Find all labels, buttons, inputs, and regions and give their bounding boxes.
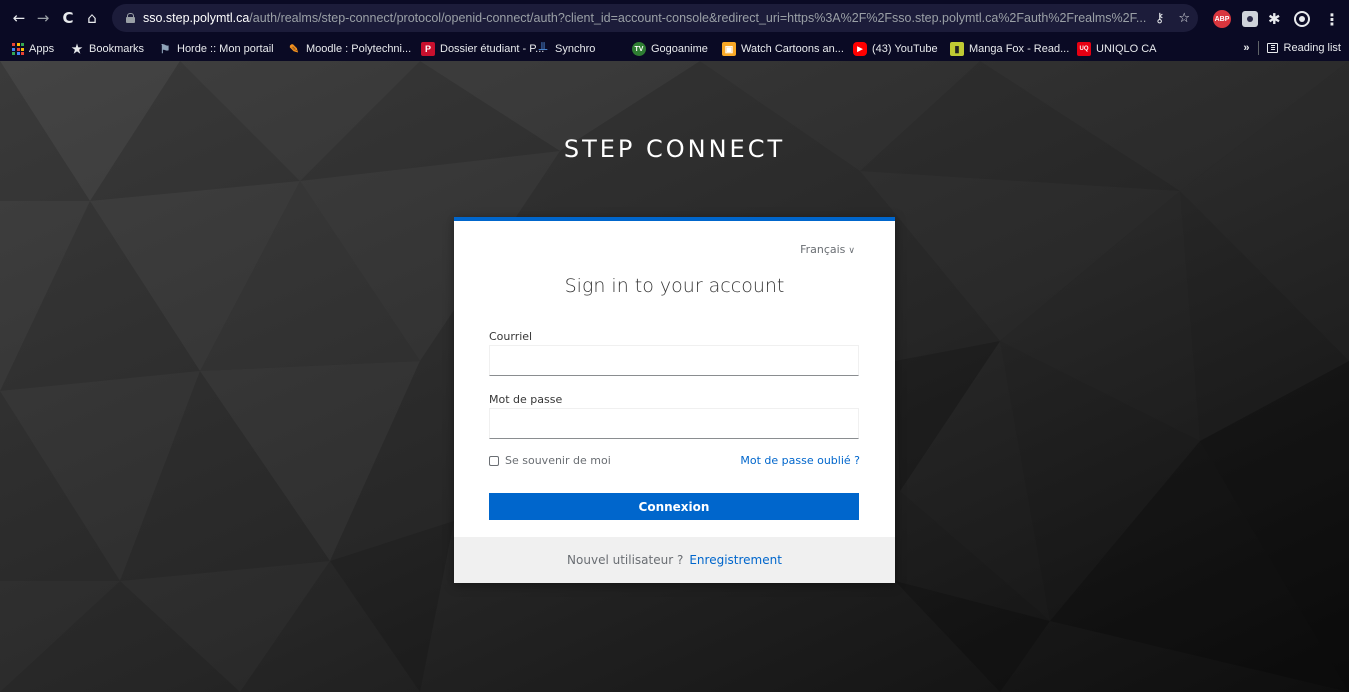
bookmark-bookmarks[interactable]: ★ Bookmarks — [70, 41, 144, 57]
address-bar[interactable]: sso.step.polymtl.ca/auth/realms/step-con… — [112, 4, 1198, 32]
login-button[interactable]: Connexion — [489, 493, 859, 520]
profile-icon[interactable] — [1294, 11, 1310, 27]
remember-me-checkbox[interactable] — [489, 455, 499, 466]
apps-grid-icon — [12, 43, 24, 55]
bookmark-dossier[interactable]: P Dossier étudiant - P... — [421, 41, 544, 57]
url-host: sso.step.polymtl.ca — [143, 11, 250, 25]
bookmark-label: (43) YouTube — [872, 43, 938, 55]
youtube-icon: ▶ — [853, 42, 867, 56]
url-path: /auth/realms/step-connect/protocol/openi… — [249, 11, 1147, 25]
star-icon: ★ — [71, 42, 83, 56]
bookmark-label: Horde :: Mon portail — [177, 43, 274, 55]
email-field[interactable] — [489, 345, 859, 376]
bookmark-label: Watch Cartoons an... — [741, 43, 844, 55]
moodle-icon: ✎ — [288, 42, 300, 56]
reading-list-label: Reading list — [1283, 42, 1341, 54]
bookmark-horde[interactable]: ⚑ Horde :: Mon portail — [158, 41, 274, 57]
password-label: Mot de passe — [489, 393, 563, 406]
camera-extension-icon[interactable] — [1242, 11, 1258, 27]
home-icon[interactable]: ⌂ — [81, 7, 103, 29]
more-bookmarks-chevron-icon[interactable]: » — [1243, 42, 1249, 54]
adblock-extension[interactable]: ABP — [1213, 9, 1231, 29]
bookmark-gogoanime[interactable]: TV Gogoanime — [632, 41, 708, 57]
bookmark-label: Gogoanime — [651, 43, 708, 55]
uniqlo-icon: UQ — [1077, 42, 1091, 56]
registration-footer: Nouvel utilisateur ? Enregistrement — [454, 537, 895, 583]
bookmark-synchro[interactable]: ╨ Synchro — [536, 41, 596, 57]
language-selector[interactable]: Français ∨ — [800, 243, 855, 256]
bookmark-label: Manga Fox - Read... — [969, 43, 1070, 55]
lock-icon[interactable] — [126, 13, 135, 23]
cartoons-icon: ▣ — [722, 42, 736, 56]
puzzle-icon[interactable]: ✱ — [1268, 10, 1281, 28]
forgot-password-link[interactable]: Mot de passe oublié ? — [740, 454, 860, 467]
bookmark-cartoons[interactable]: ▣ Watch Cartoons an... — [722, 41, 844, 57]
reading-list-button[interactable]: Reading list — [1266, 42, 1341, 54]
browser-menu[interactable]: ⋮ — [1324, 9, 1340, 29]
email-label: Courriel — [489, 330, 533, 343]
bookmark-label: Moodle : Polytechni... — [306, 43, 412, 55]
extensions-menu[interactable]: ✱ — [1268, 9, 1281, 29]
remember-me-label: Se souvenir de moi — [505, 454, 611, 467]
more-vertical-icon[interactable]: ⋮ — [1324, 10, 1340, 29]
bookmark-label: Apps — [29, 43, 55, 55]
adblock-icon[interactable]: ABP — [1213, 10, 1231, 28]
brand-title: STEP CONNECT — [563, 135, 786, 163]
bookmark-youtube[interactable]: ▶ (43) YouTube — [853, 41, 938, 57]
synchro-icon: ╨ — [538, 42, 548, 56]
bookmark-label: Bookmarks — [89, 43, 145, 55]
page-title: Sign in to your account — [564, 275, 785, 297]
bookmark-label: Dossier étudiant - P... — [440, 43, 545, 55]
address-bar-actions: ⚷ ☆ — [1155, 4, 1190, 32]
bookmark-moodle[interactable]: ✎ Moodle : Polytechni... — [287, 41, 411, 57]
polytechnique-icon: P — [421, 42, 435, 56]
bookmark-star-icon[interactable]: ☆ — [1178, 11, 1190, 26]
forward-icon[interactable]: → — [32, 7, 54, 29]
login-page: STEP CONNECT Français ∨ Sign in to your a… — [0, 61, 1349, 692]
back-icon[interactable]: ← — [8, 7, 30, 29]
bookmark-apps[interactable]: Apps — [12, 41, 54, 57]
password-field[interactable] — [489, 408, 859, 439]
profile-button[interactable] — [1294, 9, 1310, 29]
reading-list-icon — [1266, 43, 1278, 53]
bookmark-mangafox[interactable]: ▮ Manga Fox - Read... — [950, 41, 1069, 57]
horde-icon: ⚑ — [159, 42, 171, 56]
login-card: Français ∨ Sign in to your account Courri… — [454, 217, 895, 583]
key-icon[interactable]: ⚷ — [1155, 11, 1165, 26]
bookmark-uniqlo[interactable]: UQ UNIQLO CA — [1077, 41, 1157, 57]
remember-me[interactable]: Se souvenir de moi — [489, 454, 611, 467]
gogoanime-icon: TV — [632, 42, 646, 56]
extension-button[interactable] — [1242, 9, 1258, 29]
browser-toolbar: ← → C ⌂ sso.step.polymtl.ca/auth/realms/… — [0, 0, 1349, 37]
bookmarks-bar-right: » Reading list — [1243, 41, 1341, 55]
language-label: Français — [800, 243, 846, 256]
bookmark-label: UNIQLO CA — [1096, 43, 1157, 55]
reload-icon[interactable]: C — [57, 7, 79, 29]
bookmarks-separator — [1257, 41, 1259, 55]
bookmark-label: Synchro — [555, 43, 596, 55]
bookmarks-bar: Apps ★ Bookmarks ⚑ Horde :: Mon portail … — [0, 37, 1349, 61]
new-user-text: Nouvel utilisateur ? — [567, 553, 684, 567]
register-link[interactable]: Enregistrement — [689, 553, 782, 567]
mangafox-icon: ▮ — [950, 42, 964, 56]
chevron-down-icon: ∨ — [848, 246, 855, 256]
